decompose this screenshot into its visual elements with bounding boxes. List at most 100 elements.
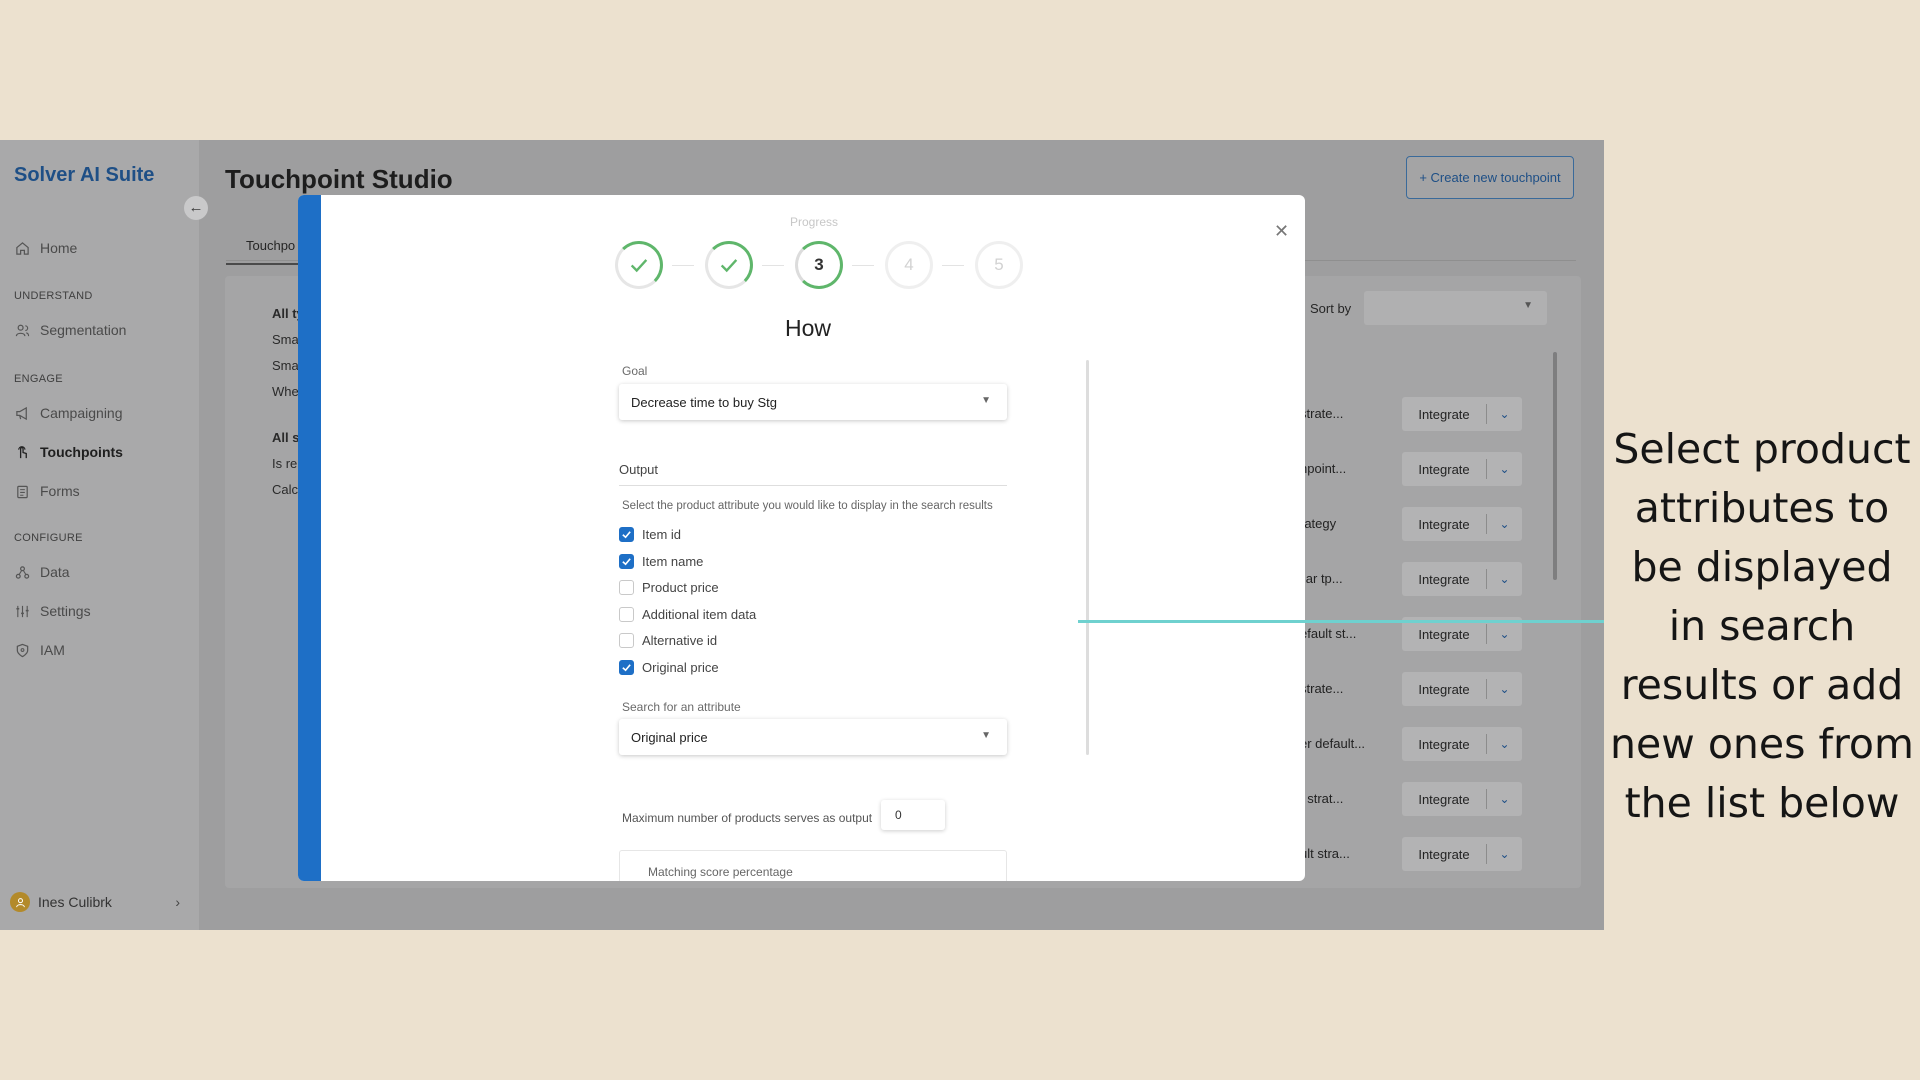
attribute-checkbox-row[interactable]: Item name [619, 553, 704, 569]
attribute-label: Product price [642, 580, 719, 595]
sort-select[interactable]: ▼ [1364, 291, 1547, 325]
clipboard-icon [14, 483, 30, 499]
sidebar-item-forms[interactable]: Forms [14, 483, 80, 499]
touchpoint-row-name: efault st... [1300, 626, 1357, 641]
touch-icon [14, 444, 30, 460]
progress-label: Progress [790, 215, 839, 229]
home-icon [14, 240, 30, 256]
integrate-label: Integrate [1418, 736, 1470, 752]
step-3-current[interactable]: 3 [795, 241, 843, 289]
user-name: Ines Culibrk [38, 894, 112, 910]
sort-label: Sort by [1310, 301, 1352, 316]
create-touchpoint-button[interactable]: + Create new touchpoint [1406, 156, 1574, 199]
attribute-checkbox-row[interactable]: Additional item data [619, 606, 756, 622]
step-4[interactable]: 4 [885, 241, 933, 289]
step-connector [852, 265, 874, 266]
integrate-button[interactable]: Integrate ⌄ [1402, 837, 1522, 871]
caret-down-icon: ▼ [981, 395, 991, 406]
checkbox-unchecked[interactable] [619, 580, 634, 595]
brand-logo[interactable]: Solver AI Suite [14, 164, 154, 187]
attribute-label: Original price [642, 659, 719, 675]
sidebar-item-segmentation[interactable]: Segmentation [14, 322, 126, 338]
integrate-button[interactable]: Integrate ⌄ [1402, 452, 1522, 486]
goal-label: Goal [622, 364, 648, 378]
user-menu[interactable]: Ines Culibrk › [10, 892, 180, 912]
section-understand: UNDERSTAND [14, 290, 93, 302]
checkbox-checked[interactable] [619, 659, 634, 675]
attribute-label: Item name [642, 553, 704, 569]
page-title: Touchpoint Studio [225, 164, 453, 194]
integrate-label: Integrate [1418, 461, 1470, 477]
search-attribute-value: Original price [631, 729, 708, 745]
chevron-down-icon[interactable]: ⌄ [1487, 572, 1522, 586]
max-products-label: Maximum number of products serves as out… [622, 811, 873, 825]
output-hint: Select the product attribute you would l… [622, 500, 993, 512]
section-engage: ENGAGE [14, 373, 63, 385]
sidebar-item-iam[interactable]: IAM [14, 642, 65, 658]
attribute-checkbox-row[interactable]: Item id [619, 527, 681, 542]
chevron-down-icon[interactable]: ⌄ [1487, 792, 1522, 806]
checkbox-checked[interactable] [619, 527, 634, 542]
check-icon [630, 259, 648, 273]
max-products-input[interactable]: 0 [881, 800, 945, 830]
checkbox-unchecked[interactable] [619, 633, 634, 648]
integrate-label: Integrate [1418, 846, 1470, 862]
integrate-button[interactable]: Integrate ⌄ [1402, 507, 1522, 541]
callout-connector-line [1078, 620, 1604, 623]
sidebar: Solver AI Suite Home UNDERSTAND Segmenta… [0, 140, 199, 930]
chevron-down-icon[interactable]: ⌄ [1487, 737, 1522, 751]
checkbox-checked[interactable] [619, 553, 634, 569]
chevron-down-icon[interactable]: ⌄ [1487, 462, 1522, 476]
chevron-right-icon[interactable]: › [175, 894, 180, 910]
attribute-checkbox-row[interactable]: Original price [619, 659, 719, 675]
sidebar-item-data[interactable]: Data [14, 564, 70, 580]
sidebar-item-label: Data [40, 564, 70, 580]
touchpoint-row-name: strate... [1300, 406, 1344, 421]
search-attribute-select[interactable]: Original price ▼ [619, 719, 1007, 755]
arrow-left-icon[interactable]: ← [184, 196, 208, 220]
check-icon [622, 557, 631, 565]
step-2-complete[interactable] [705, 241, 753, 289]
goal-select[interactable]: Decrease time to buy Stg ▼ [619, 384, 1007, 420]
matching-score-label: Matching score percentage [648, 865, 793, 879]
sidebar-item-label: IAM [40, 642, 65, 658]
integrate-button[interactable]: Integrate ⌄ [1402, 562, 1522, 596]
scrollbar[interactable] [1553, 352, 1557, 580]
callout-text: Select product attributes to be displaye… [1610, 425, 1914, 827]
chevron-down-icon[interactable]: ⌄ [1487, 517, 1522, 531]
step-connector [762, 265, 784, 266]
matching-score-field[interactable]: Matching score percentage [619, 850, 1007, 881]
close-icon[interactable]: ✕ [1274, 221, 1289, 242]
sidebar-item-settings[interactable]: Settings [14, 603, 91, 619]
chevron-down-icon[interactable]: ⌄ [1487, 627, 1522, 641]
sidebar-item-home[interactable]: Home [14, 240, 77, 256]
integrate-button[interactable]: Integrate ⌄ [1402, 397, 1522, 431]
caret-down-icon: ▼ [981, 730, 991, 741]
integrate-button[interactable]: Integrate ⌄ [1402, 782, 1522, 816]
avatar [10, 892, 30, 912]
checkbox-unchecked[interactable] [619, 606, 634, 622]
step-5[interactable]: 5 [975, 241, 1023, 289]
sidebar-item-campaigning[interactable]: Campaigning [14, 405, 123, 421]
integrate-label: Integrate [1418, 406, 1470, 422]
sidebar-item-label: Forms [40, 483, 80, 499]
chevron-down-icon[interactable]: ⌄ [1487, 847, 1522, 861]
attribute-checkbox-row[interactable]: Product price [619, 580, 719, 595]
integrate-label: Integrate [1418, 626, 1470, 642]
integrate-label: Integrate [1418, 791, 1470, 807]
integrate-button[interactable]: Integrate ⌄ [1402, 672, 1522, 706]
integrate-label: Integrate [1418, 516, 1470, 532]
touchpoint-wizard-modal: ✕ Progress 3 4 5 How Goal Decrease time … [298, 195, 1305, 881]
search-attribute-label: Search for an attribute [622, 700, 741, 714]
chevron-down-icon[interactable]: ⌄ [1487, 407, 1522, 421]
sidebar-item-touchpoints[interactable]: Touchpoints [14, 444, 123, 460]
modal-heading: How [784, 315, 831, 341]
step-1-complete[interactable] [615, 241, 663, 289]
integrate-button[interactable]: Integrate ⌄ [1402, 727, 1522, 761]
modal-scrollbar[interactable] [1086, 360, 1089, 755]
chevron-down-icon[interactable]: ⌄ [1487, 682, 1522, 696]
touchpoint-row-name: ult stra... [1300, 846, 1350, 861]
attribute-checkbox-row[interactable]: Alternative id [619, 633, 717, 648]
output-section-title: Output [619, 462, 1007, 486]
section-configure: CONFIGURE [14, 532, 83, 544]
